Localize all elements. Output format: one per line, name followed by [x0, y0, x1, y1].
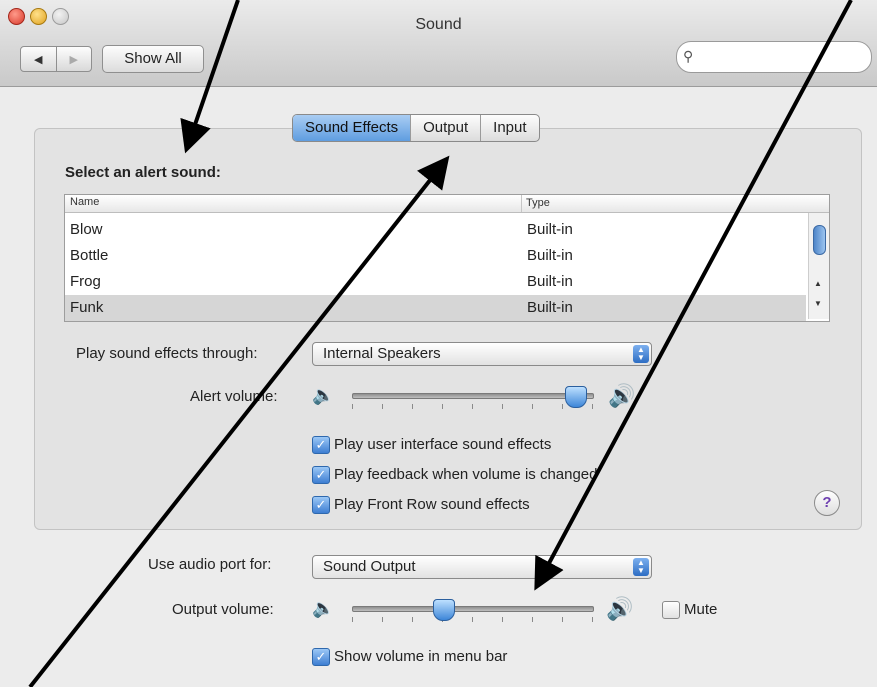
scrollbar-thumb[interactable] [813, 225, 826, 255]
output-volume-slider[interactable] [352, 606, 594, 612]
tab-sound-effects[interactable]: Sound Effects [293, 115, 411, 141]
alert-volume-ticks [352, 404, 593, 412]
speaker-low-icon: 🔈 [312, 385, 335, 405]
popup-stepper-icon: ▲ ▼ [633, 345, 649, 363]
sound-name: Funk [70, 299, 104, 316]
sound-name: Frog [70, 273, 101, 290]
ui-sound-effects-checkbox[interactable]: ✓ [312, 436, 330, 454]
output-volume-label: Output volume: [172, 601, 274, 618]
front-row-checkbox[interactable]: ✓ [312, 496, 330, 514]
window-title: Sound [415, 16, 462, 33]
help-button[interactable]: ? [814, 490, 840, 516]
table-row-selected[interactable]: Funk Built-in [65, 295, 806, 321]
table-row[interactable]: Bottle Built-in [65, 243, 806, 269]
show-volume-menu-bar-checkbox[interactable]: ✓ [312, 648, 330, 666]
forward-button[interactable]: ▶ [57, 47, 92, 71]
front-row-label: Play Front Row sound effects [334, 496, 530, 513]
title-bar: Sound ◀ ▶ Show All ⚲ [0, 0, 877, 87]
speaker-low-icon: 🔈 [312, 598, 335, 618]
play-through-label: Play sound effects through: [76, 345, 258, 362]
scroll-up-arrow-icon[interactable]: ▲ [814, 279, 822, 288]
table-row[interactable]: Frog Built-in [65, 269, 806, 295]
play-through-popup[interactable]: Internal Speakers ▲ ▼ [312, 342, 652, 366]
tab-output[interactable]: Output [410, 115, 480, 141]
alert-sound-table: Name Type Blow Built-in Bottle Built-in … [64, 194, 830, 322]
sound-type: Built-in [527, 273, 573, 290]
mute-checkbox[interactable]: ✓ [662, 601, 680, 619]
table-header: Name Type [65, 195, 829, 213]
back-forward-control: ◀ ▶ [20, 46, 92, 72]
search-field[interactable]: ⚲ [676, 41, 872, 73]
search-icon: ⚲ [683, 48, 694, 64]
audio-port-label: Use audio port for: [148, 556, 272, 573]
popup-stepper-icon: ▲ ▼ [633, 558, 649, 576]
sound-preferences-window: Sound ◀ ▶ Show All ⚲ Sound Effects Outpu… [0, 0, 877, 687]
tab-bar: Sound Effects Output Input [292, 114, 540, 142]
table-row[interactable]: Blow Built-in [65, 217, 806, 243]
back-button[interactable]: ◀ [21, 47, 57, 71]
audio-port-value: Sound Output [323, 558, 416, 575]
sound-type: Built-in [527, 221, 573, 238]
scroll-down-arrow-icon[interactable]: ▼ [814, 299, 822, 308]
column-header-type[interactable]: Type [521, 195, 550, 212]
speaker-high-icon: 🔊 [606, 596, 634, 621]
alert-volume-knob[interactable] [565, 386, 588, 408]
play-through-value: Internal Speakers [323, 345, 441, 362]
tab-input[interactable]: Input [480, 115, 538, 141]
mute-label: Mute [684, 601, 718, 618]
column-header-name[interactable]: Name [70, 196, 99, 208]
alert-volume-slider[interactable] [352, 393, 594, 399]
sound-name: Blow [70, 221, 103, 238]
sound-type: Built-in [527, 247, 573, 264]
alert-sound-heading: Select an alert sound: [65, 164, 221, 181]
show-all-button[interactable]: Show All [102, 45, 204, 73]
sound-name: Bottle [70, 247, 109, 264]
speaker-high-icon: 🔊 [608, 383, 636, 408]
feedback-volume-label: Play feedback when volume is changed [334, 466, 598, 483]
output-volume-ticks [352, 617, 593, 625]
feedback-volume-checkbox[interactable]: ✓ [312, 466, 330, 484]
show-volume-menu-bar-label: Show volume in menu bar [334, 648, 508, 665]
output-volume-knob[interactable] [433, 599, 456, 621]
audio-port-popup[interactable]: Sound Output ▲ ▼ [312, 555, 652, 579]
sound-type: Built-in [527, 299, 573, 316]
ui-sound-effects-label: Play user interface sound effects [334, 436, 552, 453]
table-scrollbar[interactable]: ▲ ▼ [808, 213, 829, 319]
alert-volume-label: Alert volume: [190, 388, 278, 405]
